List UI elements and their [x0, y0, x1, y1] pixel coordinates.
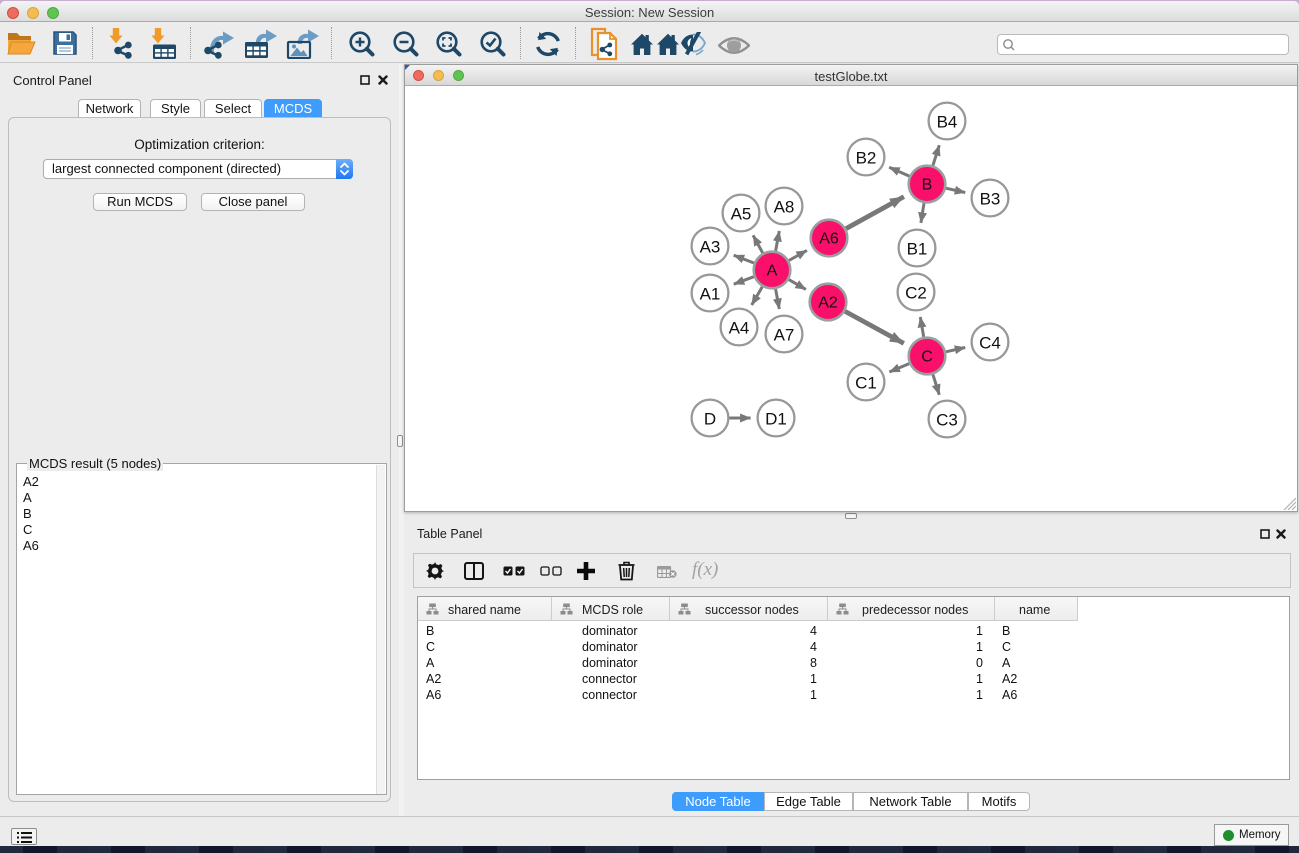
svg-text:A2: A2: [818, 295, 838, 312]
svg-text:D: D: [704, 410, 716, 429]
svg-text:B3: B3: [980, 190, 1001, 209]
svg-text:C3: C3: [936, 411, 958, 430]
svg-text:A3: A3: [700, 238, 721, 257]
svg-text:A1: A1: [700, 285, 721, 304]
svg-text:A5: A5: [731, 205, 752, 224]
svg-text:C4: C4: [979, 334, 1001, 353]
svg-text:B: B: [922, 177, 933, 194]
svg-text:A4: A4: [729, 319, 750, 338]
svg-text:A6: A6: [819, 231, 839, 248]
svg-text:A: A: [767, 263, 778, 280]
svg-text:A7: A7: [774, 326, 795, 345]
svg-text:B4: B4: [937, 113, 958, 132]
svg-text:D1: D1: [765, 410, 787, 429]
svg-text:C2: C2: [905, 284, 927, 303]
svg-text:C: C: [921, 349, 933, 366]
svg-text:C1: C1: [855, 374, 877, 393]
svg-text:B1: B1: [907, 240, 928, 259]
svg-text:A8: A8: [774, 198, 795, 217]
svg-text:B2: B2: [856, 149, 877, 168]
